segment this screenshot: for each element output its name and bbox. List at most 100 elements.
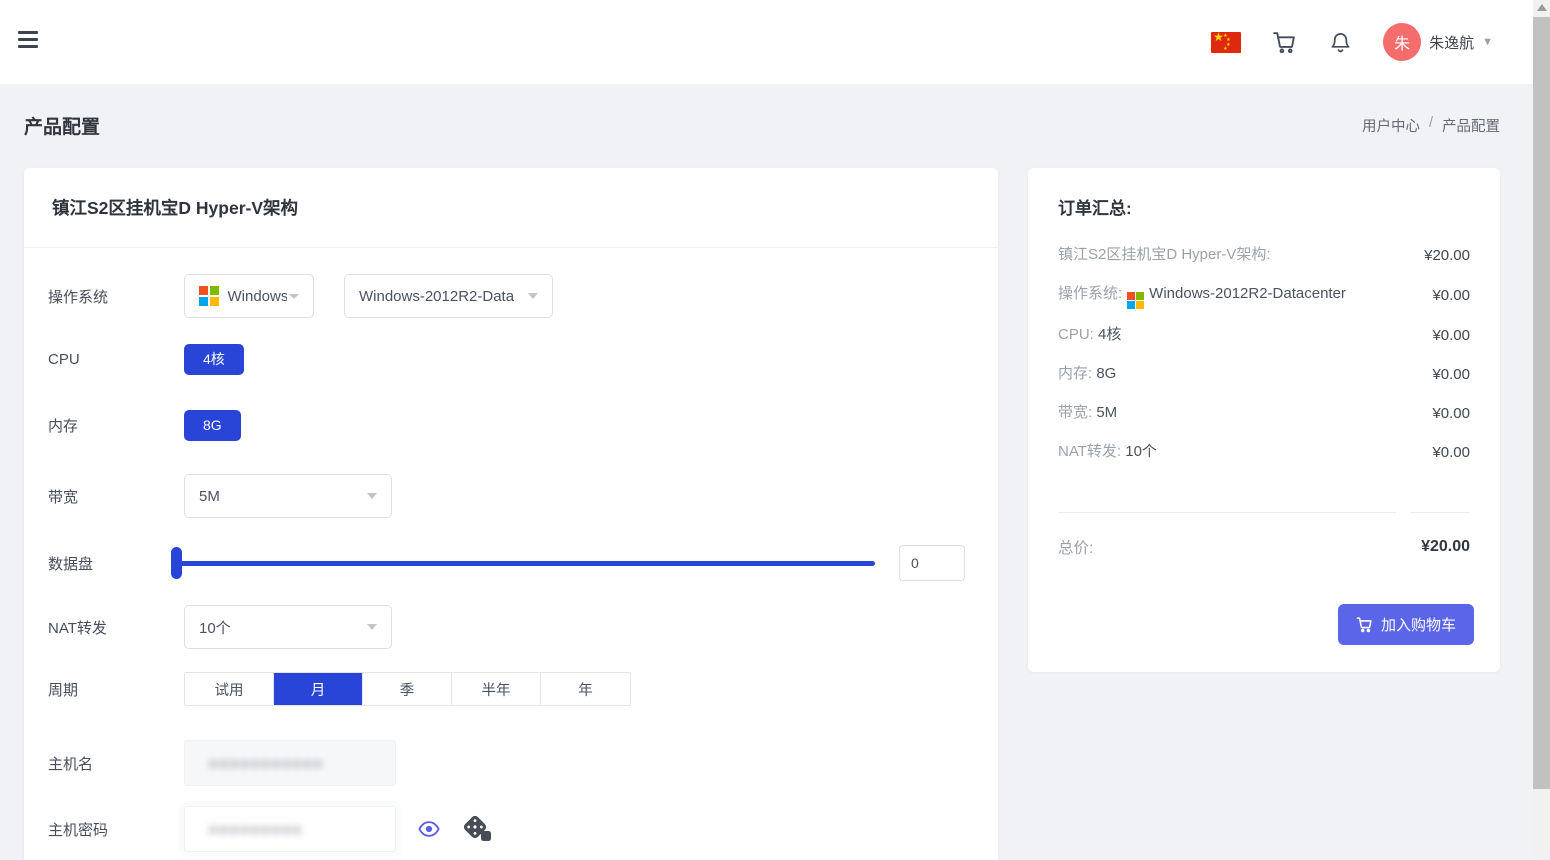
summary-row-memory: 内存: 8G ¥0.00: [1058, 361, 1470, 387]
windows-logo-icon: [199, 286, 219, 306]
summary-bandwidth-label: 带宽:: [1058, 404, 1092, 421]
period-option-halfyear[interactable]: 半年: [452, 673, 541, 705]
product-title: 镇江S2区挂机宝D Hyper-V架构: [52, 195, 298, 220]
password-input[interactable]: ●●●●●●●●●: [184, 806, 396, 852]
period-options: 试用 月 季 半年 年: [184, 672, 631, 706]
form-row-bandwidth: 带宽 5M: [24, 474, 998, 518]
form-row-nat: NAT转发 10个: [24, 605, 998, 649]
summary-nat-label: NAT转发:: [1058, 443, 1121, 460]
cart-icon: [1356, 616, 1373, 633]
os-version-value: Windows-2012R2-Data: [359, 288, 514, 305]
summary-row-nat: NAT转发: 10个 ¥0.00: [1058, 439, 1470, 465]
os-family-value: Windows: [228, 288, 288, 305]
top-header: ★ ★ ★ ★ ★ 朱 朱逸航 ▼: [0, 0, 1533, 84]
page-scrollbar[interactable]: [1533, 0, 1550, 860]
datadisk-value-input[interactable]: [899, 545, 965, 581]
summary-memory-value: 8G: [1096, 365, 1116, 382]
add-to-cart-label: 加入购物车: [1381, 614, 1456, 635]
random-password-dice-icon[interactable]: [462, 815, 492, 843]
summary-row-product: 镇江S2区挂机宝D Hyper-V架构: ¥20.00: [1058, 242, 1470, 268]
summary-cpu-price: ¥0.00: [1396, 327, 1470, 344]
period-option-month[interactable]: 月: [274, 673, 363, 705]
summary-row-cpu: CPU: 4核 ¥0.00: [1058, 322, 1470, 348]
form-row-os: 操作系统 Windows Windows-2012R2-Data: [24, 274, 998, 318]
os-family-select[interactable]: Windows: [184, 274, 314, 318]
language-flag-china-icon[interactable]: ★ ★ ★ ★ ★: [1211, 32, 1241, 53]
datadisk-label: 数据盘: [24, 553, 184, 574]
page-title: 产品配置: [24, 112, 100, 139]
summary-total-row: 总价: ¥20.00: [1058, 536, 1470, 558]
summary-bandwidth-value: 5M: [1096, 404, 1117, 421]
summary-product-price: ¥20.00: [1396, 247, 1470, 264]
os-version-select[interactable]: Windows-2012R2-Data: [344, 274, 553, 318]
summary-memory-label: 内存:: [1058, 365, 1092, 382]
order-summary-card: 订单汇总: 镇江S2区挂机宝D Hyper-V架构: ¥20.00 操作系统: W…: [1028, 168, 1500, 672]
datadisk-slider-track[interactable]: [177, 561, 875, 566]
period-option-trial[interactable]: 试用: [185, 673, 274, 705]
scrollbar-up-arrow-icon[interactable]: [1537, 4, 1547, 11]
summary-cpu-label: CPU:: [1058, 326, 1094, 343]
breadcrumb-current: 产品配置: [1442, 115, 1500, 136]
summary-cpu-value: 4核: [1098, 326, 1121, 343]
hostname-masked-value: ●●●●●●●●●●●: [209, 755, 324, 771]
user-menu[interactable]: 朱 朱逸航 ▼: [1383, 23, 1493, 61]
cpu-option-selected[interactable]: 4核: [184, 344, 244, 375]
summary-os-price: ¥0.00: [1396, 287, 1470, 304]
summary-memory-price: ¥0.00: [1396, 366, 1470, 383]
form-row-cpu: CPU 4核: [24, 343, 998, 375]
order-summary-title: 订单汇总:: [1058, 194, 1132, 219]
nat-value: 10个: [199, 617, 231, 638]
summary-os-label: 操作系统:: [1058, 285, 1122, 302]
avatar: 朱: [1383, 23, 1421, 61]
product-config-card: 镇江S2区挂机宝D Hyper-V架构 操作系统 Windows Windows…: [24, 168, 998, 860]
caret-down-icon: [289, 294, 299, 299]
summary-nat-value: 10个: [1125, 443, 1157, 460]
caret-down-icon: [367, 624, 377, 630]
nat-label: NAT转发: [24, 617, 184, 638]
memory-label: 内存: [24, 415, 184, 436]
hostname-input[interactable]: ●●●●●●●●●●●: [184, 740, 396, 786]
form-row-memory: 内存 8G: [24, 409, 998, 441]
os-label: 操作系统: [24, 286, 184, 307]
notifications-bell-icon[interactable]: [1327, 29, 1353, 55]
form-row-datadisk: 数据盘: [24, 546, 998, 580]
form-row-password: 主机密码 ●●●●●●●●●: [24, 806, 998, 852]
user-name: 朱逸航: [1429, 32, 1474, 53]
cpu-label: CPU: [24, 351, 184, 368]
caret-down-icon: [367, 493, 377, 499]
period-option-quarter[interactable]: 季: [363, 673, 452, 705]
breadcrumb-separator: /: [1429, 115, 1433, 136]
windows-logo-icon: [1127, 292, 1144, 309]
breadcrumb: 用户中心 / 产品配置: [1362, 115, 1500, 136]
total-price: ¥20.00: [1421, 538, 1470, 556]
period-label: 周期: [24, 679, 184, 700]
nat-select[interactable]: 10个: [184, 605, 392, 649]
datadisk-slider-handle[interactable]: [171, 547, 182, 579]
memory-option-selected[interactable]: 8G: [184, 410, 241, 441]
summary-divider: [1058, 512, 1470, 513]
form-row-hostname: 主机名 ●●●●●●●●●●●: [24, 740, 998, 786]
breadcrumb-parent[interactable]: 用户中心: [1362, 115, 1420, 136]
period-option-year[interactable]: 年: [541, 673, 630, 705]
add-to-cart-button[interactable]: 加入购物车: [1338, 604, 1474, 645]
bandwidth-value: 5M: [199, 488, 220, 505]
menu-toggle-icon[interactable]: [18, 31, 38, 49]
summary-os-value: Windows-2012R2-Datacenter: [1149, 285, 1346, 302]
password-masked-value: ●●●●●●●●●: [209, 821, 303, 837]
bandwidth-select[interactable]: 5M: [184, 474, 392, 518]
summary-bandwidth-price: ¥0.00: [1396, 405, 1470, 422]
order-summary-items: 镇江S2区挂机宝D Hyper-V架构: ¥20.00 操作系统: Windows…: [1058, 242, 1470, 478]
total-label: 总价:: [1058, 536, 1421, 558]
summary-row-bandwidth: 带宽: 5M ¥0.00: [1058, 400, 1470, 426]
summary-product-label: 镇江S2区挂机宝D Hyper-V架构:: [1058, 246, 1271, 263]
password-label: 主机密码: [24, 819, 184, 840]
summary-row-os: 操作系统: Windows-2012R2-Datacenter ¥0.00: [1058, 281, 1470, 309]
summary-nat-price: ¥0.00: [1396, 444, 1470, 461]
cart-icon[interactable]: [1271, 29, 1297, 55]
scrollbar-thumb[interactable]: [1533, 17, 1550, 789]
chevron-down-icon: ▼: [1482, 36, 1493, 48]
show-password-eye-icon[interactable]: [418, 820, 440, 838]
hostname-label: 主机名: [24, 753, 184, 774]
caret-down-icon: [528, 293, 538, 299]
form-row-period: 周期 试用 月 季 半年 年: [24, 672, 998, 706]
